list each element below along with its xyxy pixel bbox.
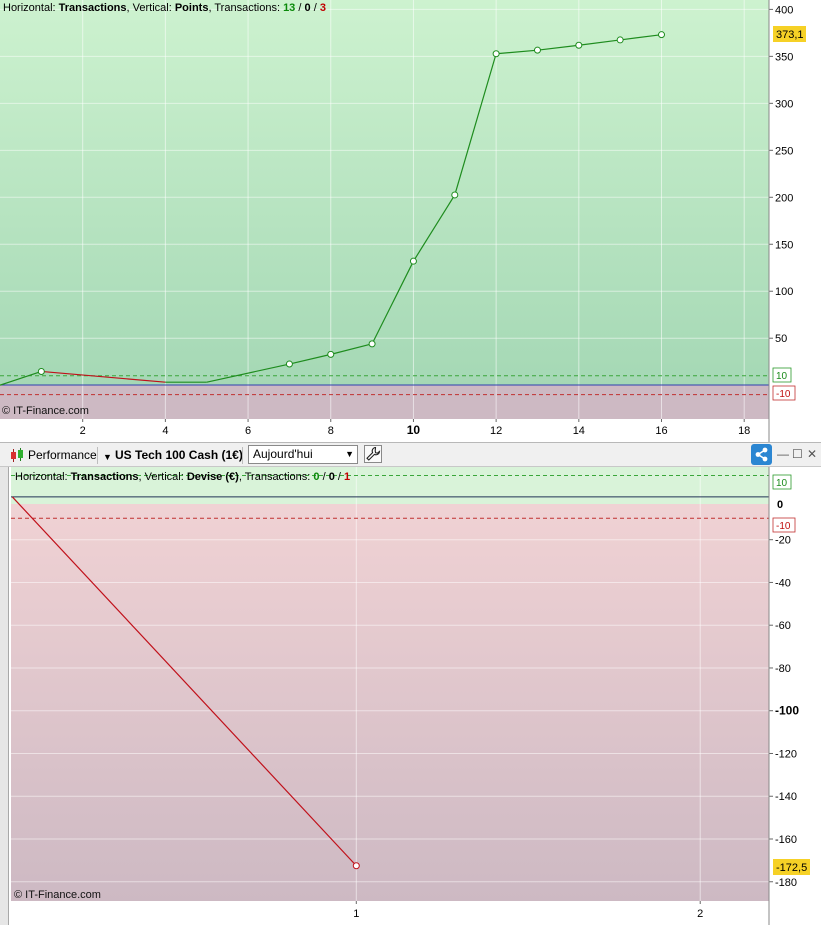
top-threshold-pos-label: 10	[772, 367, 792, 383]
top-legend: Horizontal: Transactions, Vertical: Poin…	[3, 2, 326, 14]
svg-text:10: 10	[776, 478, 788, 489]
share-button[interactable]	[751, 444, 772, 465]
bottom-performance-chart[interactable]: -20-40-60-80-100-120-140-160-180 12 Hori…	[0, 467, 821, 925]
neutral-count: 0	[329, 471, 335, 483]
top-performance-chart[interactable]: 50100150200250300350400 2 4 6 8 10 12 14 16 18 H…	[0, 0, 821, 442]
y-tick-label: 200	[775, 192, 793, 204]
period-value: Aujourd'hui	[253, 447, 313, 461]
data-point[interactable]	[368, 340, 376, 348]
data-point[interactable]	[658, 31, 666, 39]
y-tick-label: -20	[775, 535, 791, 547]
data-point[interactable]	[492, 50, 500, 58]
y-tick-label: 50	[775, 333, 787, 345]
data-point[interactable]	[327, 350, 335, 358]
y-tick-label: -180	[775, 877, 797, 889]
instrument-selector[interactable]: US Tech 100 Cash (1€)	[115, 447, 243, 463]
y-tick-label: 350	[775, 51, 793, 63]
data-point[interactable]	[37, 367, 45, 375]
x-tick-label: 10	[407, 423, 421, 437]
share-icon	[755, 447, 768, 462]
svg-text:-10: -10	[776, 521, 791, 532]
svg-text:373,1: 373,1	[776, 29, 804, 41]
y-tick-label: 100	[775, 286, 793, 298]
dropdown-arrow-icon: ▼	[345, 449, 354, 459]
x-tick-label: 16	[655, 425, 667, 437]
restore-icon[interactable]: ☐	[792, 446, 803, 462]
neutral-count: 0	[305, 2, 311, 14]
data-point[interactable]	[285, 360, 293, 368]
candlestick-icon	[11, 448, 23, 462]
bottom-legend: Horizontal: Transactions, Vertical: Devi…	[15, 471, 350, 483]
plot-gain-zone	[0, 0, 769, 385]
top-last-value-badge: 373,1	[773, 26, 806, 42]
indicator-toolbar: Performance ▼ US Tech 100 Cash (1€) Aujo…	[0, 442, 821, 467]
data-point[interactable]	[616, 36, 624, 44]
data-point[interactable]	[533, 46, 541, 54]
wrench-icon	[366, 446, 381, 461]
x-tick-label: 18	[738, 425, 750, 437]
wins-count: 0	[313, 471, 319, 483]
y-tick-label: -160	[775, 834, 797, 846]
plot-axis-strip	[11, 901, 769, 925]
y-tick-label: -40	[775, 577, 791, 589]
x-tick-label: 4	[162, 425, 168, 437]
losses-count: 3	[320, 2, 326, 14]
bottom-threshold-zero-label: 0	[777, 499, 783, 511]
underlying-window-edge	[0, 467, 9, 925]
x-tick-label: 12	[490, 425, 502, 437]
y-tick-label: 250	[775, 145, 793, 157]
minimize-icon[interactable]: —	[777, 446, 789, 462]
plot-loss-zone	[0, 385, 769, 419]
y-tick-label: 300	[775, 98, 793, 110]
x-tick-label: 6	[245, 425, 251, 437]
bottom-threshold-neg-label: -10	[772, 517, 796, 533]
y-tick-label: -120	[775, 748, 797, 760]
bottom-last-value-badge: -172,5	[773, 859, 810, 875]
svg-text:-172,5: -172,5	[776, 862, 807, 874]
y-tick-label: -80	[775, 663, 791, 675]
x-tick-label: 8	[328, 425, 334, 437]
bottom-copyright: © IT-Finance.com	[14, 889, 101, 901]
top-threshold-neg-label: -10	[772, 385, 796, 401]
settings-button[interactable]	[364, 445, 382, 463]
plot-axis-strip	[0, 419, 769, 442]
plot-loss-zone	[11, 504, 769, 901]
x-tick-label: 1	[353, 908, 359, 920]
y-tick-label: -60	[775, 620, 791, 632]
svg-text:-10: -10	[776, 389, 791, 400]
y-tick-label: 400	[775, 4, 793, 16]
y-tick-label: -100	[775, 704, 799, 718]
close-icon[interactable]: ✕	[807, 446, 817, 462]
x-tick-label: 2	[80, 425, 86, 437]
svg-text:10: 10	[776, 371, 788, 382]
data-point[interactable]	[352, 862, 360, 870]
wins-count: 13	[283, 2, 295, 14]
y-tick-label: 150	[775, 239, 793, 251]
data-point[interactable]	[451, 191, 459, 199]
losses-count: 1	[344, 471, 350, 483]
x-tick-label: 14	[573, 425, 585, 437]
bottom-threshold-pos-label: 10	[772, 474, 792, 490]
indicator-label[interactable]: Performance	[28, 447, 97, 463]
data-point[interactable]	[409, 257, 417, 265]
top-copyright: © IT-Finance.com	[2, 405, 89, 417]
y-tick-label: -140	[775, 791, 797, 803]
dropdown-arrow-icon[interactable]: ▼	[103, 449, 112, 465]
period-select[interactable]: Aujourd'hui ▼	[248, 445, 358, 464]
x-tick-label: 2	[697, 908, 703, 920]
data-point[interactable]	[575, 41, 583, 49]
